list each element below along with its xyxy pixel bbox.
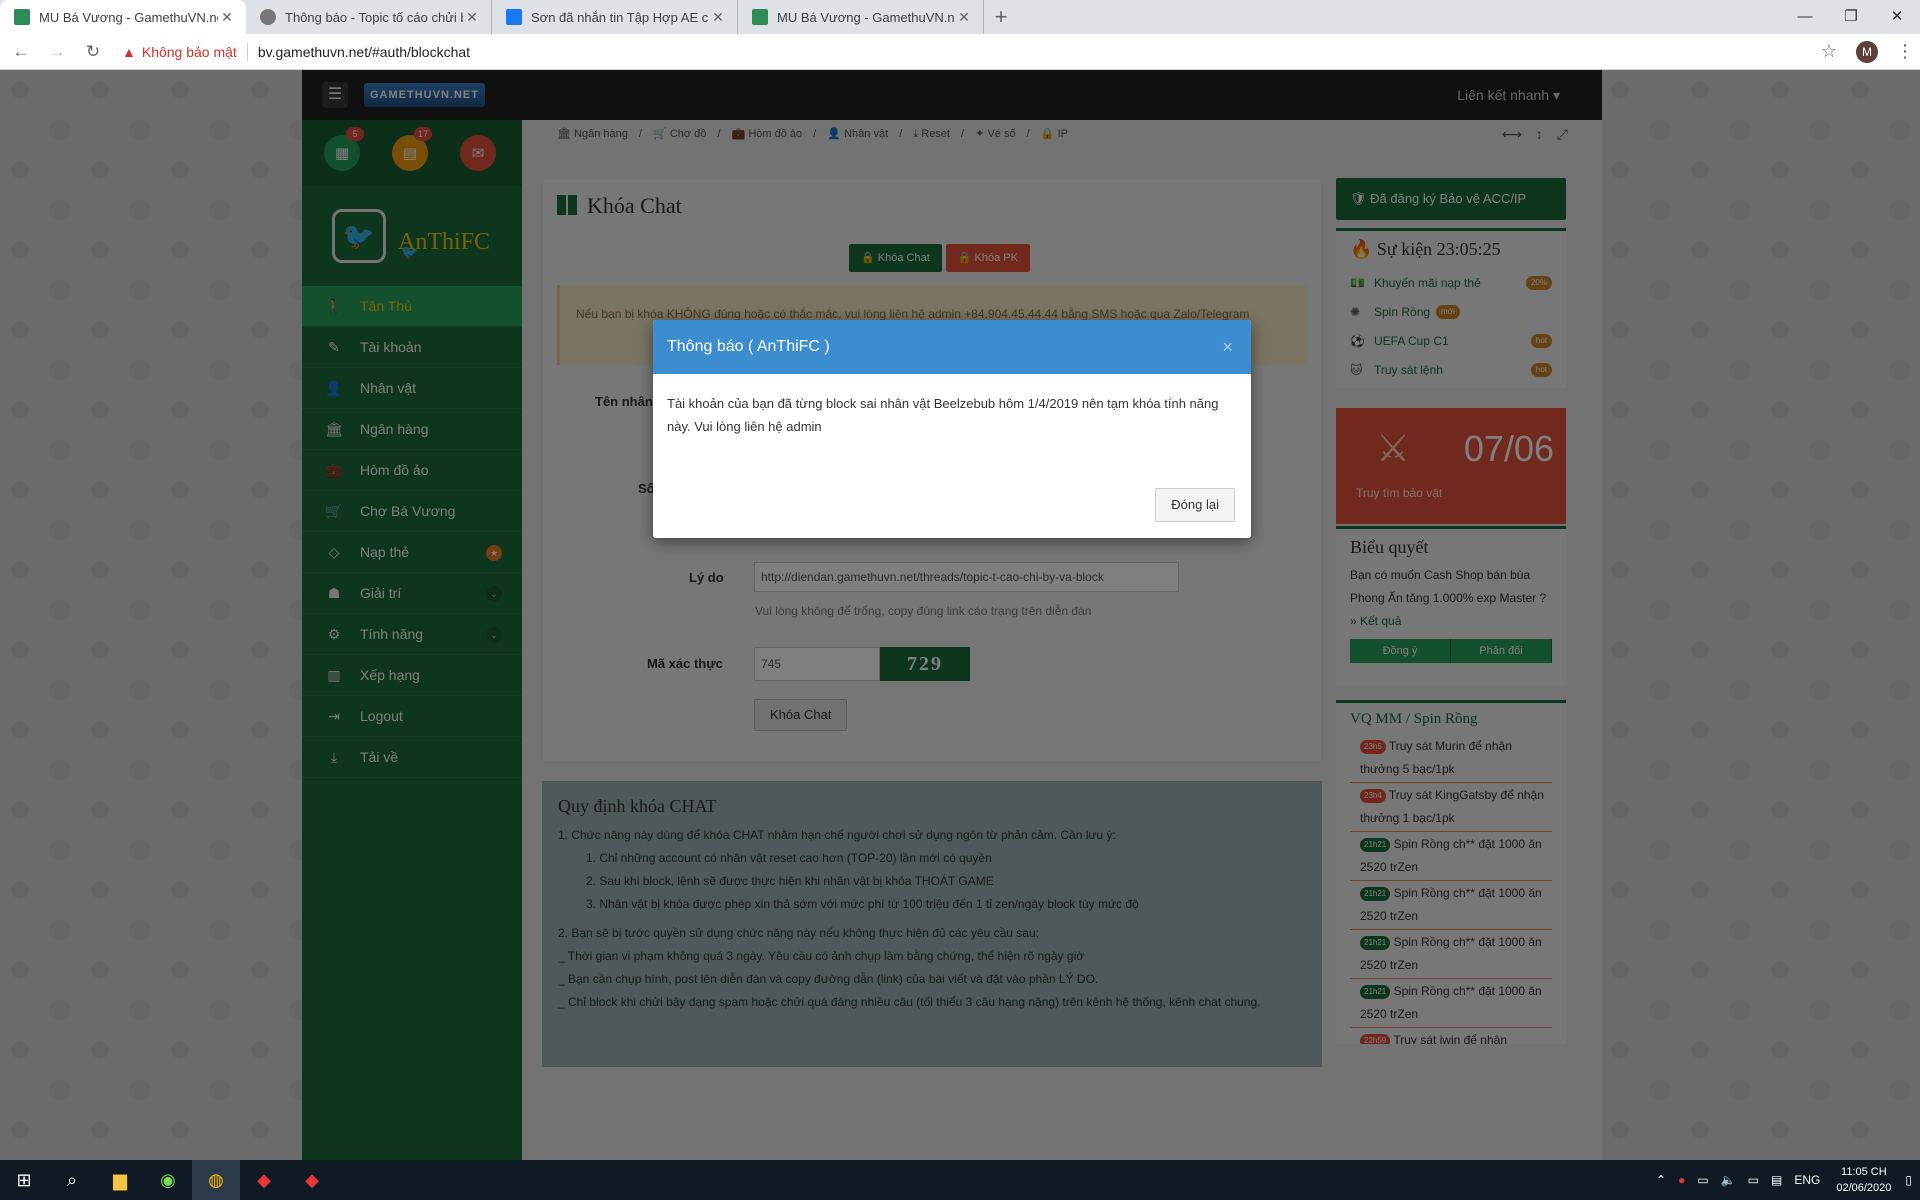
game-tray-icon[interactable]: ● [1678,1173,1685,1187]
network-icon[interactable]: ▭ [1697,1173,1708,1187]
modal-close-button[interactable]: Đóng lại [1155,488,1235,522]
system-tray: ⌃ ● ▭ 🔈 ▭ ▤ ENG 11:05 CH 02/06/2020 ▯ [1644,1160,1912,1200]
browser-tab-2[interactable]: Thông báo - Topic tố cáo chửi bậy ✕ [246,0,492,34]
app-icon[interactable]: ◉ [144,1160,192,1200]
browser-tab-bar: MU Bá Vương - GamethuVN.net ✕ Thông báo … [0,0,1920,34]
modal-title: Thông báo ( AnThiFC ) [667,338,830,355]
omnibox[interactable]: ▲ Không bảo mật bv.gamethuvn.net/#auth/b… [122,38,1814,66]
forward-icon[interactable]: → [42,42,72,62]
url-text[interactable]: bv.gamethuvn.net/#auth/blockchat [258,44,470,60]
windows-start-icon[interactable]: ⊞ [0,1160,48,1200]
game-icon[interactable]: ◆ [288,1160,336,1200]
clock-date: 02/06/2020 [1836,1182,1892,1194]
minimize-icon[interactable]: — [1782,0,1828,32]
action-center-icon[interactable]: ▯ [1905,1173,1912,1187]
warning-icon: ▲ [122,43,136,60]
browser-tab-1[interactable]: MU Bá Vương - GamethuVN.net ✕ [0,0,246,34]
modal-backdrop[interactable] [0,70,1920,1160]
close-icon[interactable]: × [1222,320,1233,374]
site-favicon-icon [752,9,768,25]
profile-avatar[interactable]: M [1856,40,1878,63]
close-icon[interactable]: ✕ [709,9,727,26]
close-icon[interactable]: ✕ [955,9,973,26]
window-controls: — ❐ ✕ [1782,0,1920,32]
address-bar: ← → ↻ ▲ Không bảo mật bv.gamethuvn.net/#… [0,34,1920,70]
volume-icon[interactable]: 🔈 [1721,1173,1736,1187]
taskbar: ⊞ ⌕ ▆ ◉ ◍ ◆ ◆ ⌃ ● ▭ 🔈 ▭ ▤ ENG 11:05 CH 0… [0,1160,1920,1200]
file-explorer-icon[interactable]: ▆ [96,1160,144,1200]
game-icon[interactable]: ◆ [240,1160,288,1200]
browser-tab-3[interactable]: Sơn đã nhắn tin Tập Hợp AE chưa ✕ [492,0,738,34]
back-icon[interactable]: ← [6,42,36,62]
globe-icon [260,9,276,25]
chevron-up-icon[interactable]: ⌃ [1656,1173,1666,1187]
close-window-icon[interactable]: ✕ [1874,0,1920,32]
divider [246,42,248,61]
battery-icon[interactable]: ▭ [1748,1173,1759,1187]
close-icon[interactable]: ✕ [218,9,236,26]
maximize-icon[interactable]: ❐ [1828,0,1874,32]
modal-header: Thông báo ( AnThiFC ) × [653,320,1251,374]
reload-icon[interactable]: ↻ [78,42,108,62]
chrome-icon[interactable]: ◍ [192,1160,240,1200]
site-favicon-icon [14,9,30,25]
new-tab-button[interactable]: + [984,0,1018,34]
language-indicator[interactable]: ENG [1794,1173,1820,1187]
clock-time: 11:05 CH [1841,1166,1887,1178]
not-secure-label[interactable]: Không bảo mật [142,44,237,60]
search-icon[interactable]: ⌕ [48,1160,96,1200]
clock[interactable]: 11:05 CH 02/06/2020 [1836,1164,1891,1196]
facebook-icon [506,9,522,25]
bookmark-star-icon[interactable]: ☆ [1814,41,1844,62]
notification-modal: Thông báo ( AnThiFC ) × Tài khoản của bạ… [653,320,1251,538]
close-icon[interactable]: ✕ [463,9,481,26]
notification-icon[interactable]: ▤ [1771,1173,1782,1187]
browser-tab-4[interactable]: MU Bá Vương - GamethuVN.net ✕ [738,0,984,34]
browser-menu-icon[interactable]: ⋮ [1890,41,1920,62]
modal-message: Tài khoản của bạn đã từng block sai nhân… [667,396,1219,434]
